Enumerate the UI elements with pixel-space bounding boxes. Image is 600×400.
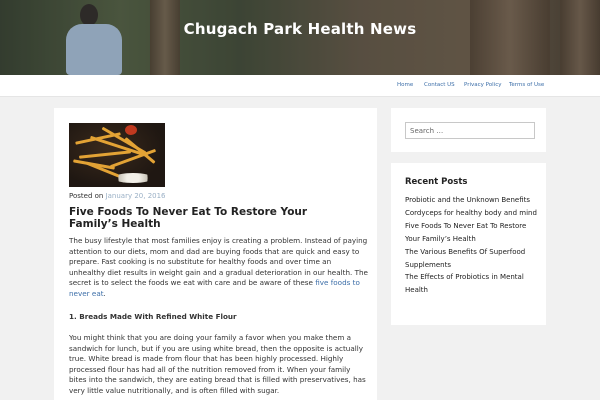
section-paragraph: You might think that you are doing your … — [69, 333, 366, 395]
recent-posts-list: Probiotic and the Unknown Benefits Cordy… — [405, 194, 537, 297]
post-date-link[interactable]: January 20, 2016 — [106, 192, 166, 200]
recent-post-link[interactable]: The Various Benefits Of Superfood Supple… — [405, 246, 537, 272]
recent-post-link[interactable]: Cordyceps for healthy body and mind — [405, 207, 537, 220]
post-intro-paragraph: The busy lifestyle that most families en… — [69, 236, 369, 300]
nav-home-link[interactable]: Home — [397, 82, 413, 88]
recent-post-link[interactable]: Five Foods To Never Eat To Restore Your … — [405, 220, 537, 246]
search-widget — [391, 108, 546, 152]
post-meta: Posted on January 20, 2016 — [69, 192, 166, 200]
nav-terms-link[interactable]: Terms of Use — [509, 82, 544, 88]
recent-posts-widget: Recent Posts Probiotic and the Unknown B… — [391, 163, 546, 325]
recent-posts-title: Recent Posts — [405, 177, 468, 187]
header-banner: Chugach Park Health News — [0, 0, 600, 75]
posted-on-label: Posted on — [69, 192, 104, 200]
intro-end: . — [103, 288, 106, 298]
recent-post-link[interactable]: The Effects of Probiotics in Mental Heal… — [405, 271, 537, 297]
post-thumbnail-image[interactable] — [69, 123, 165, 187]
recent-post-link[interactable]: Probiotic and the Unknown Benefits — [405, 194, 537, 207]
post-title[interactable]: Five Foods To Never Eat To Restore Your … — [69, 206, 359, 230]
search-input[interactable] — [405, 122, 535, 139]
nav-contact-link[interactable]: Contact US — [424, 82, 455, 88]
post-article: Posted on January 20, 2016 Five Foods To… — [54, 108, 377, 400]
nav-privacy-link[interactable]: Privacy Policy — [464, 82, 501, 88]
site-title[interactable]: Chugach Park Health News — [0, 20, 600, 38]
banner-person-image — [64, 4, 124, 75]
section-heading: 1. Breads Made With Refined White Flour — [69, 312, 237, 321]
top-navigation: Home Contact US Privacy Policy Terms of … — [0, 75, 600, 97]
